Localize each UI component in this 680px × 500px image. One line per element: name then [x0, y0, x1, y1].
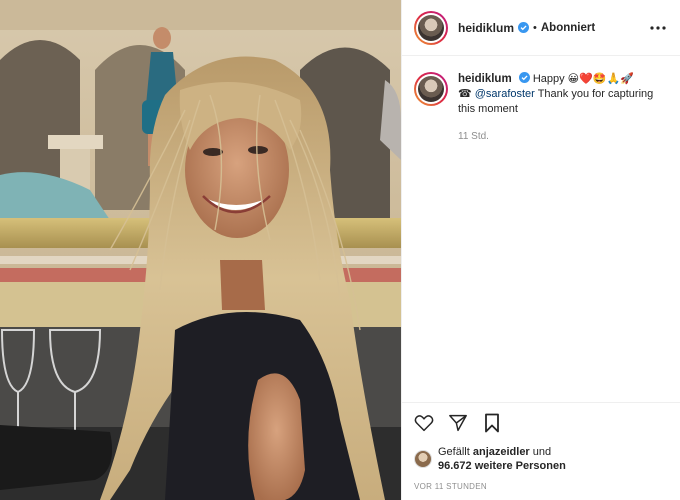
likes-prefix: Gefällt [438, 446, 473, 458]
paper-plane-icon[interactable] [446, 411, 470, 435]
verified-badge-icon [518, 72, 530, 83]
caption-relative-time: 11 Std. [458, 131, 489, 142]
caption-body: heidiklum Happy 😀❤️🤩🙏🚀 ☎ @sarafoster Tha… [458, 72, 668, 144]
author-username[interactable]: heidiklum [458, 21, 514, 35]
avatar-image [418, 14, 444, 41]
post-timestamp[interactable]: VOR 11 STUNDEN [402, 476, 680, 500]
likes-text: Gefällt anjazeidler und 96.672 weitere P… [438, 445, 566, 473]
follow-separator: • [533, 21, 537, 34]
bookmark-icon[interactable] [480, 411, 504, 435]
telephone-icon: ☎ [458, 88, 472, 100]
photo-illustration [0, 0, 401, 500]
caption-username[interactable]: heidiklum [458, 73, 512, 85]
post-details-panel: heidiklum • Abonniert heidiklum Happy 😀❤… [401, 0, 680, 500]
post-viewer: heidiklum • Abonniert heidiklum Happy 😀❤… [0, 0, 680, 500]
likes-summary: Gefällt anjazeidler und 96.672 weitere P… [402, 442, 680, 476]
action-bar [402, 402, 680, 442]
heart-icon[interactable] [412, 411, 436, 435]
more-options-icon[interactable] [648, 18, 668, 38]
first-liker-link[interactable]: anjazeidler [473, 446, 530, 458]
caption-emojis: 😀❤️🤩🙏🚀 [567, 73, 634, 85]
verified-badge-icon [518, 22, 530, 33]
mention-link[interactable]: @sarafoster [475, 88, 535, 100]
likes-connector: und [529, 446, 552, 458]
liker-avatar[interactable] [414, 450, 432, 468]
likes-count-link[interactable]: 96.672 weitere Personen [438, 460, 566, 472]
caption: heidiklum Happy 😀❤️🤩🙏🚀 ☎ @sarafoster Tha… [414, 72, 668, 144]
post-header: heidiklum • Abonniert [402, 0, 680, 56]
caption-author-avatar[interactable] [414, 72, 448, 106]
comments-section: heidiklum Happy 😀❤️🤩🙏🚀 ☎ @sarafoster Tha… [402, 56, 680, 402]
follow-status-button[interactable]: Abonniert [541, 22, 595, 34]
caption-text-start: Happy [532, 73, 565, 85]
post-photo[interactable] [0, 0, 401, 500]
author-avatar[interactable] [414, 10, 448, 45]
